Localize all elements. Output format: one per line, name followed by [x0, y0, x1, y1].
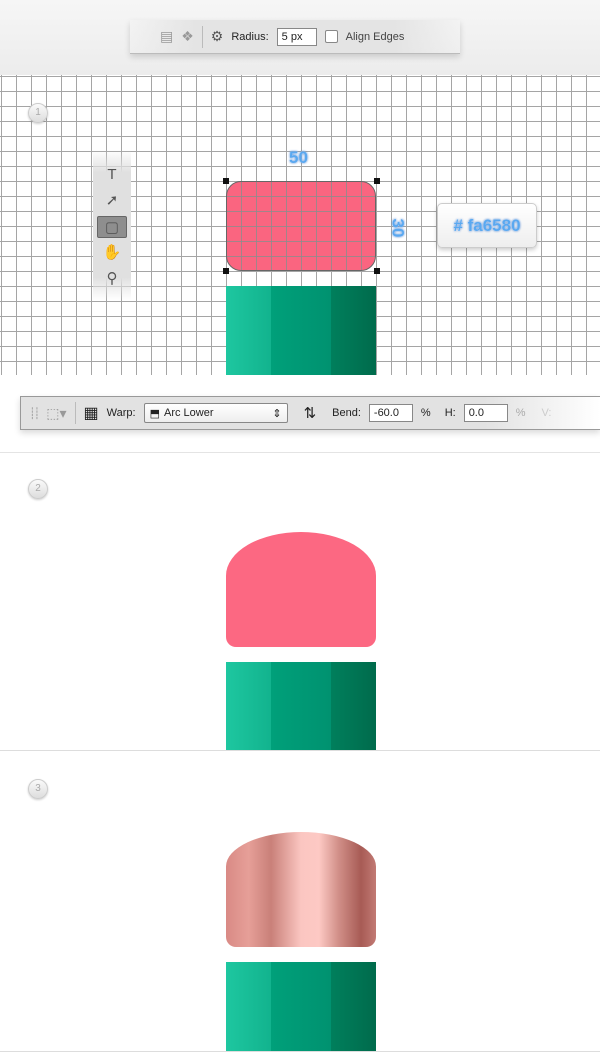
warp-style-value: Arc Lower [163, 407, 214, 419]
align-edges-checkbox[interactable] [324, 30, 338, 43]
step-badge-1: 1 [28, 103, 48, 123]
type-tool-icon[interactable]: T [97, 164, 127, 186]
color-swatch-label: # fa6580 [437, 203, 537, 248]
bend-label: Bend: [332, 407, 361, 419]
bend-percent: % [420, 407, 431, 419]
rounded-rectangle-tool-icon[interactable]: ▢ [97, 216, 127, 238]
align-icon[interactable]: ▤ [160, 28, 173, 45]
options-bar: ▤ ❖ ⚙ Radius: 5 px Align Edges [130, 20, 460, 54]
hand-tool-icon[interactable]: ✋ [97, 242, 127, 264]
green-rectangle [226, 662, 376, 750]
change-orientation-icon[interactable]: ⇅ [304, 404, 317, 422]
anchor-point[interactable] [374, 268, 380, 274]
v-label: V: [541, 407, 552, 419]
warp-style-select[interactable]: ⬒ Arc Lower ⇕ [143, 403, 288, 423]
warped-pink-shape [226, 532, 376, 647]
green-rectangle [226, 962, 376, 1051]
bend-input[interactable]: -60.0 [368, 404, 413, 422]
divider [74, 402, 76, 424]
color-hex: # fa6580 [453, 216, 521, 235]
h-input[interactable]: 0.0 [463, 404, 508, 422]
radius-label: Radius: [231, 30, 269, 43]
height-annotation: 30 [388, 218, 408, 238]
shaded-pink-shape [226, 832, 376, 947]
anchor-point[interactable] [223, 178, 229, 184]
arc-lower-icon: ⬒ [149, 407, 160, 420]
gear-icon[interactable]: ⚙ [211, 28, 224, 45]
step-badge-2: 2 [28, 479, 48, 499]
arrange-layers-icon[interactable]: ❖ [181, 28, 194, 45]
transform-icon[interactable]: ⬚▾ [46, 405, 66, 422]
h-label: H: [444, 407, 456, 419]
pink-rounded-rectangle[interactable] [226, 181, 376, 271]
h-percent: % [515, 407, 526, 419]
radius-input[interactable]: 5 px [276, 27, 317, 46]
width-annotation: 50 [289, 148, 308, 167]
updown-arrows-icon: ⇕ [272, 407, 282, 420]
path-selection-tool-icon[interactable]: ➚ [97, 190, 127, 212]
zoom-tool-icon[interactable]: ⚲ [97, 268, 127, 290]
warp-options-bar: ┊┊ ⬚▾ ▦ Warp: ⬒ Arc Lower ⇕ ⇅ Bend: -60.… [20, 396, 600, 430]
grip-icon: ┊┊ [29, 407, 40, 420]
green-rectangle [226, 286, 376, 375]
tools-panel: T ➚ ▢ ✋ ⚲ [93, 150, 131, 300]
warp-grid-icon[interactable]: ▦ [84, 403, 99, 423]
anchor-point[interactable] [223, 268, 229, 274]
divider [201, 25, 203, 48]
anchor-point[interactable] [374, 178, 380, 184]
warp-label: Warp: [106, 407, 136, 419]
align-edges-label: Align Edges [345, 30, 405, 43]
step-badge-3: 3 [28, 779, 48, 799]
